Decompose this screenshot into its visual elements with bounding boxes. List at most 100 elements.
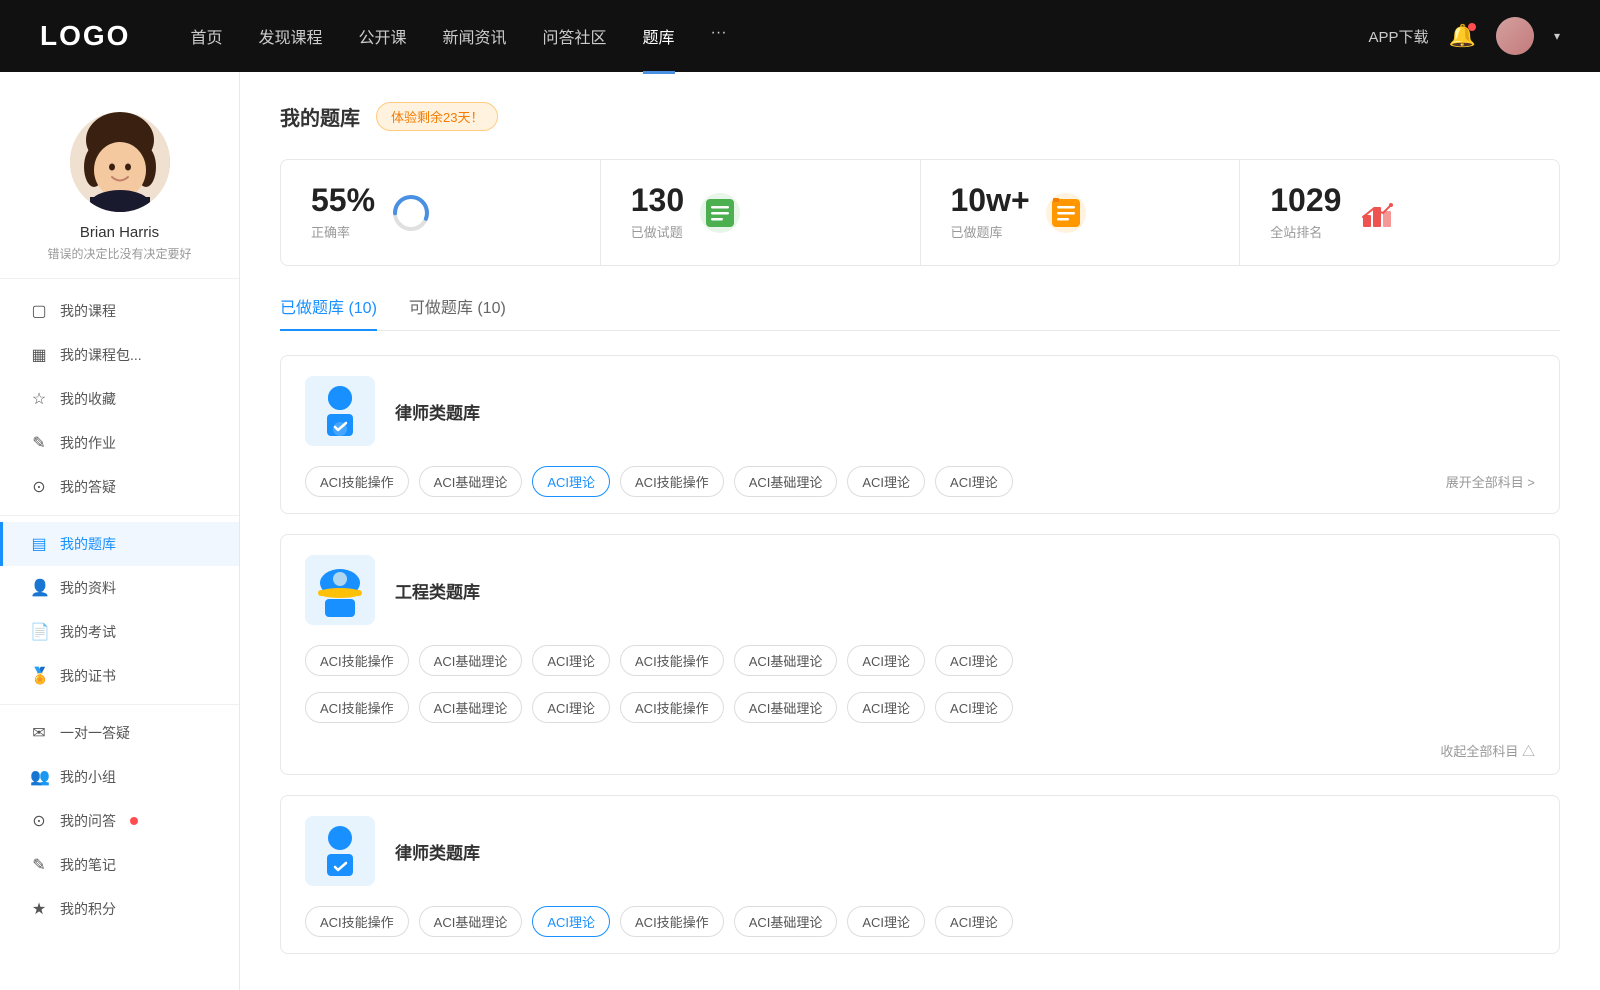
done-banks-icon bbox=[1046, 193, 1086, 233]
engineer-svg bbox=[315, 563, 365, 618]
stat-accuracy: 55% 正确率 bbox=[281, 160, 601, 265]
course-icon: ▢ bbox=[30, 301, 48, 321]
trial-badge: 体验剩余23天！ bbox=[376, 102, 498, 131]
sidebar-item-profile[interactable]: 👤 我的资料 bbox=[0, 566, 239, 610]
tag-eng-5[interactable]: ACI基础理论 bbox=[734, 645, 838, 676]
tag-lawyer2-2[interactable]: ACI基础理论 bbox=[419, 906, 523, 937]
tabs-row: 已做题库 (10) 可做题库 (10) bbox=[280, 294, 1560, 331]
stat-done-questions: 130 已做试题 bbox=[601, 160, 921, 265]
group-icon: 👥 bbox=[30, 767, 48, 787]
sidebar-item-points[interactable]: ★ 我的积分 bbox=[0, 887, 239, 931]
tag-lawyer1-5[interactable]: ACI基础理论 bbox=[734, 466, 838, 497]
sidebar-item-course-package[interactable]: ▦ 我的课程包... bbox=[0, 333, 239, 377]
avatar-svg bbox=[70, 112, 170, 212]
tag-lawyer1-2[interactable]: ACI基础理论 bbox=[419, 466, 523, 497]
content-area: 我的题库 体验剩余23天！ 55% 正确率 bbox=[240, 72, 1600, 990]
app-download-button[interactable]: APP下载 bbox=[1369, 26, 1429, 47]
tag-lawyer1-1[interactable]: ACI技能操作 bbox=[305, 466, 409, 497]
qbank-tags-row-engineer-1: ACI技能操作 ACI基础理论 ACI理论 ACI技能操作 ACI基础理论 AC… bbox=[281, 645, 1559, 692]
tag-eng-r2-1[interactable]: ACI技能操作 bbox=[305, 692, 409, 723]
tab-available-banks[interactable]: 可做题库 (10) bbox=[409, 294, 506, 330]
sidebar-username: Brian Harris bbox=[20, 224, 219, 241]
tag-eng-6[interactable]: ACI理论 bbox=[847, 645, 925, 676]
stat-ranking: 1029 全站排名 bbox=[1240, 160, 1559, 265]
expand-lawyer1[interactable]: 展开全部科目 > bbox=[1446, 472, 1535, 491]
sidebar-item-qbank[interactable]: ▤ 我的题库 bbox=[0, 522, 239, 566]
stat-banks-label: 已做题库 bbox=[951, 222, 1030, 241]
tag-eng-r2-4[interactable]: ACI技能操作 bbox=[620, 692, 724, 723]
tag-lawyer1-7[interactable]: ACI理论 bbox=[935, 466, 1013, 497]
sidebar-item-one-on-one[interactable]: ✉ 一对一答疑 bbox=[0, 711, 239, 755]
tag-lawyer2-7[interactable]: ACI理论 bbox=[935, 906, 1013, 937]
sidebar-item-exam[interactable]: 📄 我的考试 bbox=[0, 610, 239, 654]
sidebar-item-course[interactable]: ▢ 我的课程 bbox=[0, 289, 239, 333]
exam-icon: 📄 bbox=[30, 622, 48, 642]
nav-qbank[interactable]: 题库 bbox=[643, 24, 675, 48]
qbank-tags-row-engineer-2: ACI技能操作 ACI基础理论 ACI理论 ACI技能操作 ACI基础理论 AC… bbox=[281, 692, 1559, 737]
qbank-icon: ▤ bbox=[30, 534, 48, 554]
sidebar-motto: 错误的决定比没有决定要好 bbox=[20, 245, 219, 262]
lawyer-svg-2 bbox=[315, 824, 365, 879]
tab-done-banks[interactable]: 已做题库 (10) bbox=[280, 294, 377, 330]
tag-eng-r2-3[interactable]: ACI理论 bbox=[532, 692, 610, 723]
nav-news[interactable]: 新闻资讯 bbox=[443, 24, 507, 48]
stats-row: 55% 正确率 130 已做试题 bbox=[280, 159, 1560, 266]
avatar-dropdown-arrow[interactable]: ▾ bbox=[1554, 29, 1560, 43]
my-qa-icon: ⊙ bbox=[30, 811, 48, 831]
tag-lawyer2-4[interactable]: ACI技能操作 bbox=[620, 906, 724, 937]
sidebar-label-group: 我的小组 bbox=[60, 767, 116, 787]
sidebar-item-certificate[interactable]: 🏅 我的证书 bbox=[0, 654, 239, 698]
tag-eng-r2-6[interactable]: ACI理论 bbox=[847, 692, 925, 723]
sidebar-item-group[interactable]: 👥 我的小组 bbox=[0, 755, 239, 799]
stat-done-banks: 10w+ 已做题库 bbox=[921, 160, 1241, 265]
tag-lawyer2-6[interactable]: ACI理论 bbox=[847, 906, 925, 937]
sidebar-item-my-qa[interactable]: ⊙ 我的问答 bbox=[0, 799, 239, 843]
main-container: Brian Harris 错误的决定比没有决定要好 ▢ 我的课程 ▦ 我的课程包… bbox=[0, 72, 1600, 990]
avatar[interactable] bbox=[1496, 17, 1534, 55]
sidebar-label-one-on-one: 一对一答疑 bbox=[60, 723, 130, 743]
qbank-title-engineer: 工程类题库 bbox=[395, 578, 480, 603]
tag-eng-7[interactable]: ACI理论 bbox=[935, 645, 1013, 676]
stat-accuracy-label: 正确率 bbox=[311, 222, 375, 241]
tag-eng-r2-5[interactable]: ACI基础理论 bbox=[734, 692, 838, 723]
sidebar-item-homework[interactable]: ✎ 我的作业 bbox=[0, 421, 239, 465]
sidebar-item-favorites[interactable]: ☆ 我的收藏 bbox=[0, 377, 239, 421]
sidebar-label-certificate: 我的证书 bbox=[60, 666, 116, 686]
sidebar-profile: Brian Harris 错误的决定比没有决定要好 bbox=[0, 92, 239, 279]
nav-home[interactable]: 首页 bbox=[190, 24, 222, 48]
sidebar-item-notes[interactable]: ✎ 我的笔记 bbox=[0, 843, 239, 887]
page-header: 我的题库 体验剩余23天！ bbox=[280, 102, 1560, 131]
sidebar-label-qa: 我的答疑 bbox=[60, 477, 116, 497]
qbank-title-lawyer-2: 律师类题库 bbox=[395, 839, 480, 864]
tag-lawyer2-1[interactable]: ACI技能操作 bbox=[305, 906, 409, 937]
nav-discover[interactable]: 发现课程 bbox=[258, 24, 322, 48]
tag-eng-r2-2[interactable]: ACI基础理论 bbox=[419, 692, 523, 723]
star-icon: ☆ bbox=[30, 389, 48, 409]
collapse-engineer[interactable]: 收起全部科目 △ bbox=[281, 737, 1559, 774]
nav-qa[interactable]: 问答社区 bbox=[543, 24, 607, 48]
notification-bell[interactable]: 🔔 bbox=[1449, 23, 1476, 49]
tag-lawyer2-5[interactable]: ACI基础理论 bbox=[734, 906, 838, 937]
tag-eng-2[interactable]: ACI基础理论 bbox=[419, 645, 523, 676]
nav-more[interactable]: ··· bbox=[711, 24, 727, 48]
tag-eng-4[interactable]: ACI技能操作 bbox=[620, 645, 724, 676]
tag-lawyer2-3[interactable]: ACI理论 bbox=[532, 906, 610, 937]
my-qa-badge bbox=[130, 817, 138, 825]
tag-eng-r2-7[interactable]: ACI理论 bbox=[935, 692, 1013, 723]
qbank-tags-row-lawyer-2: ACI技能操作 ACI基础理论 ACI理论 ACI技能操作 ACI基础理论 AC… bbox=[281, 906, 1559, 953]
tag-eng-1[interactable]: ACI技能操作 bbox=[305, 645, 409, 676]
qbank-header-lawyer-1: 律师类题库 bbox=[281, 356, 1559, 466]
nav-opencourse[interactable]: 公开课 bbox=[358, 24, 406, 48]
tag-eng-3[interactable]: ACI理论 bbox=[532, 645, 610, 676]
stat-banks-text: 10w+ 已做题库 bbox=[951, 184, 1030, 241]
sidebar-item-qa[interactable]: ⊙ 我的答疑 bbox=[0, 465, 239, 509]
stat-ranking-text: 1029 全站排名 bbox=[1270, 184, 1341, 241]
qa-icon: ⊙ bbox=[30, 477, 48, 497]
avatar-image bbox=[1496, 17, 1534, 55]
tag-lawyer1-4[interactable]: ACI技能操作 bbox=[620, 466, 724, 497]
qbank-section-engineer: 工程类题库 ACI技能操作 ACI基础理论 ACI理论 ACI技能操作 ACI基… bbox=[280, 534, 1560, 775]
tag-lawyer1-6[interactable]: ACI理论 bbox=[847, 466, 925, 497]
tag-lawyer1-3[interactable]: ACI理论 bbox=[532, 466, 610, 497]
sidebar-label-profile: 我的资料 bbox=[60, 578, 116, 598]
sidebar-label-course: 我的课程 bbox=[60, 301, 116, 321]
